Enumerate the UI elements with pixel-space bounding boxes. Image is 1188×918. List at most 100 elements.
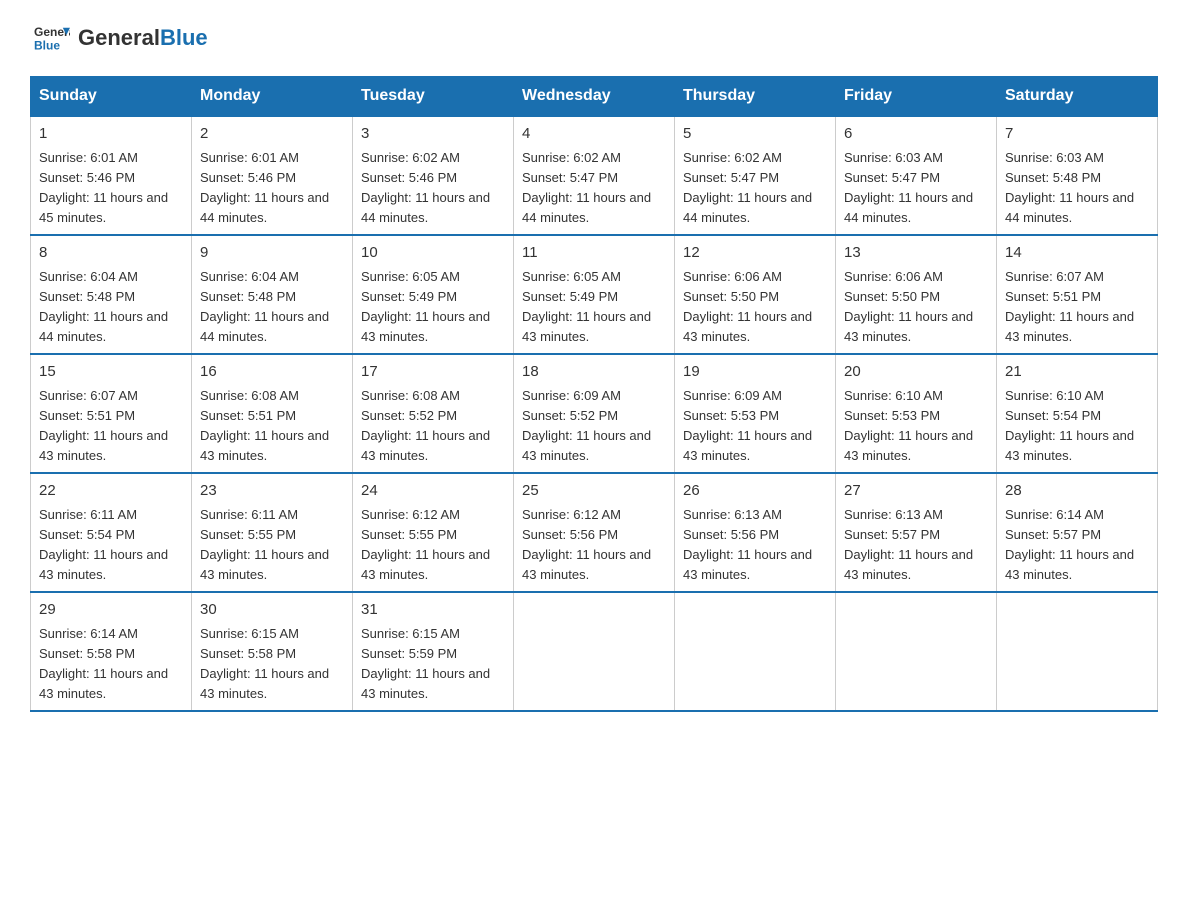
calendar-cell: 22 Sunrise: 6:11 AMSunset: 5:54 PMDayligh… (31, 473, 192, 592)
day-number: 18 (522, 361, 666, 384)
day-number: 3 (361, 123, 505, 146)
day-info: Sunrise: 6:03 AMSunset: 5:47 PMDaylight:… (844, 150, 973, 225)
calendar-week-row: 15Sunrise: 6:07 AMSunset: 5:51 PMDayligh… (31, 354, 1158, 473)
day-info: Sunrise: 6:08 AMSunset: 5:52 PMDaylight:… (361, 388, 490, 463)
day-number: 23 (200, 480, 344, 503)
day-number: 5 (683, 123, 827, 146)
calendar-cell: 13 Sunrise: 6:06 AMSunset: 5:50 PMDayligh… (836, 235, 997, 354)
day-info: Sunrise: 6:12 AMSunset: 5:56 PMDaylight:… (522, 507, 651, 582)
day-number: 20 (844, 361, 988, 384)
day-number: 1 (39, 123, 183, 146)
day-info: Sunrise: 6:14 AMSunset: 5:58 PMDaylight:… (39, 626, 168, 701)
day-number: 17 (361, 361, 505, 384)
calendar-cell: 19 Sunrise: 6:09 AMSunset: 5:53 PMDayligh… (675, 354, 836, 473)
day-number: 29 (39, 599, 183, 622)
day-info: Sunrise: 6:10 AMSunset: 5:53 PMDaylight:… (844, 388, 973, 463)
calendar-cell: 4Sunrise: 6:02 AMSunset: 5:47 PMDaylight… (514, 116, 675, 235)
calendar-week-row: 8 Sunrise: 6:04 AMSunset: 5:48 PMDaylight… (31, 235, 1158, 354)
calendar-cell: 27Sunrise: 6:13 AMSunset: 5:57 PMDayligh… (836, 473, 997, 592)
day-info: Sunrise: 6:05 AMSunset: 5:49 PMDaylight:… (361, 269, 490, 344)
day-info: Sunrise: 6:13 AMSunset: 5:56 PMDaylight:… (683, 507, 812, 582)
calendar-cell (997, 592, 1158, 711)
svg-text:Blue: Blue (34, 38, 60, 52)
day-info: Sunrise: 6:01 AMSunset: 5:46 PMDaylight:… (39, 150, 168, 225)
day-number: 14 (1005, 242, 1149, 265)
calendar-cell: 2 Sunrise: 6:01 AMSunset: 5:46 PMDaylight… (192, 116, 353, 235)
day-info: Sunrise: 6:03 AMSunset: 5:48 PMDaylight:… (1005, 150, 1134, 225)
calendar-cell: 3 Sunrise: 6:02 AMSunset: 5:46 PMDaylight… (353, 116, 514, 235)
day-info: Sunrise: 6:01 AMSunset: 5:46 PMDaylight:… (200, 150, 329, 225)
calendar-cell: 25 Sunrise: 6:12 AMSunset: 5:56 PMDayligh… (514, 473, 675, 592)
day-number: 26 (683, 480, 827, 503)
day-number: 24 (361, 480, 505, 503)
day-number: 19 (683, 361, 827, 384)
calendar-cell: 14 Sunrise: 6:07 AMSunset: 5:51 PMDayligh… (997, 235, 1158, 354)
calendar-cell: 28Sunrise: 6:14 AMSunset: 5:57 PMDayligh… (997, 473, 1158, 592)
calendar-cell: 30 Sunrise: 6:15 AMSunset: 5:58 PMDayligh… (192, 592, 353, 711)
svg-text:General: General (34, 25, 70, 39)
day-info: Sunrise: 6:12 AMSunset: 5:55 PMDaylight:… (361, 507, 490, 582)
logo: General Blue GeneralBlue (30, 20, 208, 56)
col-header-thursday: Thursday (675, 77, 836, 117)
day-info: Sunrise: 6:09 AMSunset: 5:53 PMDaylight:… (683, 388, 812, 463)
day-number: 13 (844, 242, 988, 265)
calendar-cell: 16Sunrise: 6:08 AMSunset: 5:51 PMDayligh… (192, 354, 353, 473)
calendar-cell: 15Sunrise: 6:07 AMSunset: 5:51 PMDayligh… (31, 354, 192, 473)
day-number: 22 (39, 480, 183, 503)
col-header-saturday: Saturday (997, 77, 1158, 117)
col-header-monday: Monday (192, 77, 353, 117)
day-info: Sunrise: 6:05 AMSunset: 5:49 PMDaylight:… (522, 269, 651, 344)
day-info: Sunrise: 6:09 AMSunset: 5:52 PMDaylight:… (522, 388, 651, 463)
calendar-table: SundayMondayTuesdayWednesdayThursdayFrid… (30, 76, 1158, 712)
day-number: 28 (1005, 480, 1149, 503)
logo-text-blue: Blue (160, 25, 208, 50)
calendar-header-row: SundayMondayTuesdayWednesdayThursdayFrid… (31, 77, 1158, 117)
day-number: 25 (522, 480, 666, 503)
calendar-cell: 23 Sunrise: 6:11 AMSunset: 5:55 PMDayligh… (192, 473, 353, 592)
day-info: Sunrise: 6:10 AMSunset: 5:54 PMDaylight:… (1005, 388, 1134, 463)
day-info: Sunrise: 6:15 AMSunset: 5:58 PMDaylight:… (200, 626, 329, 701)
day-info: Sunrise: 6:04 AMSunset: 5:48 PMDaylight:… (200, 269, 329, 344)
day-info: Sunrise: 6:15 AMSunset: 5:59 PMDaylight:… (361, 626, 490, 701)
day-info: Sunrise: 6:04 AMSunset: 5:48 PMDaylight:… (39, 269, 168, 344)
calendar-cell: 1 Sunrise: 6:01 AMSunset: 5:46 PMDaylight… (31, 116, 192, 235)
day-number: 30 (200, 599, 344, 622)
calendar-cell: 29 Sunrise: 6:14 AMSunset: 5:58 PMDayligh… (31, 592, 192, 711)
day-info: Sunrise: 6:06 AMSunset: 5:50 PMDaylight:… (844, 269, 973, 344)
calendar-cell (514, 592, 675, 711)
calendar-week-row: 22 Sunrise: 6:11 AMSunset: 5:54 PMDayligh… (31, 473, 1158, 592)
calendar-cell: 6 Sunrise: 6:03 AMSunset: 5:47 PMDaylight… (836, 116, 997, 235)
col-header-friday: Friday (836, 77, 997, 117)
logo-text-general: General (78, 25, 160, 50)
calendar-cell (675, 592, 836, 711)
day-number: 2 (200, 123, 344, 146)
calendar-cell: 26 Sunrise: 6:13 AMSunset: 5:56 PMDayligh… (675, 473, 836, 592)
calendar-cell: 31Sunrise: 6:15 AMSunset: 5:59 PMDayligh… (353, 592, 514, 711)
calendar-cell (836, 592, 997, 711)
calendar-cell: 24 Sunrise: 6:12 AMSunset: 5:55 PMDayligh… (353, 473, 514, 592)
calendar-cell: 18 Sunrise: 6:09 AMSunset: 5:52 PMDayligh… (514, 354, 675, 473)
day-info: Sunrise: 6:02 AMSunset: 5:47 PMDaylight:… (522, 150, 651, 225)
day-info: Sunrise: 6:13 AMSunset: 5:57 PMDaylight:… (844, 507, 973, 582)
day-info: Sunrise: 6:07 AMSunset: 5:51 PMDaylight:… (1005, 269, 1134, 344)
day-info: Sunrise: 6:11 AMSunset: 5:55 PMDaylight:… (200, 507, 329, 582)
calendar-cell: 20 Sunrise: 6:10 AMSunset: 5:53 PMDayligh… (836, 354, 997, 473)
day-info: Sunrise: 6:02 AMSunset: 5:46 PMDaylight:… (361, 150, 490, 225)
day-number: 8 (39, 242, 183, 265)
day-info: Sunrise: 6:07 AMSunset: 5:51 PMDaylight:… (39, 388, 168, 463)
day-number: 10 (361, 242, 505, 265)
calendar-cell: 8 Sunrise: 6:04 AMSunset: 5:48 PMDaylight… (31, 235, 192, 354)
day-number: 7 (1005, 123, 1149, 146)
day-number: 6 (844, 123, 988, 146)
generalblue-logo-icon: General Blue (34, 20, 70, 56)
header: General Blue GeneralBlue (30, 20, 1158, 56)
day-number: 11 (522, 242, 666, 265)
calendar-cell: 17 Sunrise: 6:08 AMSunset: 5:52 PMDayligh… (353, 354, 514, 473)
calendar-cell: 10 Sunrise: 6:05 AMSunset: 5:49 PMDayligh… (353, 235, 514, 354)
calendar-cell: 12Sunrise: 6:06 AMSunset: 5:50 PMDayligh… (675, 235, 836, 354)
col-header-tuesday: Tuesday (353, 77, 514, 117)
day-number: 21 (1005, 361, 1149, 384)
day-info: Sunrise: 6:11 AMSunset: 5:54 PMDaylight:… (39, 507, 168, 582)
day-info: Sunrise: 6:02 AMSunset: 5:47 PMDaylight:… (683, 150, 812, 225)
calendar-cell: 9Sunrise: 6:04 AMSunset: 5:48 PMDaylight… (192, 235, 353, 354)
